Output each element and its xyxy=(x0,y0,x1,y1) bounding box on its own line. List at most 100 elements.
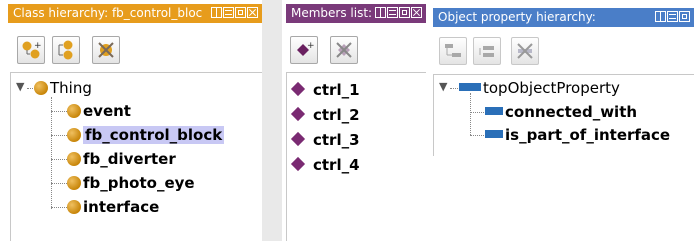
view-split-icon[interactable] xyxy=(655,11,666,22)
members-list-header-buttons xyxy=(375,7,422,20)
view-minimize-icon[interactable] xyxy=(387,7,398,18)
tree-connector xyxy=(51,135,67,136)
member-label: ctrl_4 xyxy=(313,156,360,174)
individual-icon xyxy=(290,131,306,147)
object-property-icon xyxy=(459,83,481,91)
tree-node-connected-with[interactable]: connected_with xyxy=(485,101,637,123)
tree-node-is-part-of-interface[interactable]: is_part_of_interface xyxy=(485,124,670,146)
class-hierarchy-panel: Class hierarchy: fb_control_bloc + ▼ Thi… xyxy=(0,0,262,241)
member-label: ctrl_3 xyxy=(313,131,360,149)
view-split-icon[interactable] xyxy=(375,7,386,18)
member-label: ctrl_1 xyxy=(313,81,360,99)
tree-node-top-object-property[interactable]: topObjectProperty xyxy=(459,77,620,99)
view-close-icon[interactable] xyxy=(411,7,422,18)
object-property-icon xyxy=(485,107,503,115)
class-icon xyxy=(67,104,81,118)
delete-property-button[interactable] xyxy=(511,37,539,65)
tree-connector xyxy=(470,135,484,136)
class-hierarchy-toolbar: + xyxy=(0,31,262,71)
tree-connector xyxy=(51,183,67,184)
object-property-icon xyxy=(485,130,503,138)
delete-individual-button[interactable] xyxy=(330,36,358,64)
member-item[interactable]: ctrl_4 xyxy=(289,154,360,176)
svg-text:+: + xyxy=(34,41,42,51)
delete-individual-icon xyxy=(336,42,352,58)
tree-node-label: is_part_of_interface xyxy=(505,126,671,144)
tree-node-label-selected: fb_control_block xyxy=(83,126,225,144)
add-subproperty-icon xyxy=(445,44,461,57)
tree-connector xyxy=(470,93,471,135)
class-hierarchy-header-buttons xyxy=(209,7,258,20)
tree-connector xyxy=(470,112,484,113)
tree-connector xyxy=(51,97,52,209)
tree-node-label: connected_with xyxy=(505,103,638,121)
members-list-header: Members list: xyxy=(286,4,426,23)
members-list-toolbar: + xyxy=(282,31,426,71)
tree-node-label: topObjectProperty xyxy=(483,79,620,97)
tree-node-event[interactable]: event xyxy=(67,100,131,122)
view-minimize-icon[interactable] xyxy=(667,11,678,22)
tree-node-fb-diverter[interactable]: fb_diverter xyxy=(67,148,176,170)
view-maximize-icon[interactable] xyxy=(399,7,410,18)
panel-divider[interactable] xyxy=(262,0,282,241)
delete-class-button[interactable] xyxy=(92,36,120,64)
object-property-header-buttons xyxy=(655,11,690,24)
add-subclass-icon: + xyxy=(22,41,42,59)
add-subclass-button[interactable]: + xyxy=(17,36,45,64)
add-sibling-property-button[interactable] xyxy=(473,37,501,65)
expand-toggle-icon[interactable]: ▼ xyxy=(16,80,24,93)
members-list-title: Members list: xyxy=(291,6,373,20)
add-sibling-class-icon xyxy=(58,40,73,60)
individual-icon xyxy=(290,106,306,122)
tree-node-label: fb_photo_eye xyxy=(83,174,195,192)
view-split-icon[interactable] xyxy=(211,7,222,18)
class-icon xyxy=(67,176,81,190)
svg-text:+: + xyxy=(307,41,315,51)
class-hierarchy-title: Class hierarchy: fb_control_bloc xyxy=(13,6,203,20)
object-property-panel: Object property hierarchy: ▼ topObjectPr… xyxy=(433,0,694,156)
individual-icon xyxy=(290,81,306,97)
tree-node-label: interface xyxy=(83,198,160,216)
members-list: ctrl_1 ctrl_2 ctrl_3 ctrl_4 xyxy=(286,72,426,241)
view-close-icon[interactable] xyxy=(247,7,258,18)
class-tree: ▼ Thing event fb_control_block fb_divert… xyxy=(10,72,262,241)
tree-node-thing[interactable]: Thing xyxy=(34,77,92,99)
add-individual-button[interactable]: + xyxy=(290,36,318,64)
tree-node-interface[interactable]: interface xyxy=(67,196,159,218)
tree-connector xyxy=(51,111,67,112)
expand-toggle-icon[interactable]: ▼ xyxy=(439,80,447,93)
class-hierarchy-header: Class hierarchy: fb_control_bloc xyxy=(8,4,262,23)
view-maximize-icon[interactable] xyxy=(679,11,690,22)
object-property-header: Object property hierarchy: xyxy=(433,8,694,27)
tree-node-label: event xyxy=(83,102,131,120)
tree-connector xyxy=(450,88,458,89)
tree-node-fb-control-block[interactable]: fb_control_block xyxy=(67,124,225,146)
object-property-toolbar xyxy=(433,32,694,72)
member-label: ctrl_2 xyxy=(313,106,360,124)
tree-connector xyxy=(27,88,33,89)
add-sibling-class-button[interactable] xyxy=(52,36,80,64)
member-item[interactable]: ctrl_3 xyxy=(289,129,360,151)
tree-connector xyxy=(51,207,67,208)
tree-node-label: Thing xyxy=(50,79,92,97)
class-icon xyxy=(67,200,81,214)
members-list-panel: Members list: + ctrl_1 ctrl_2 ctrl_3 ctr… xyxy=(282,0,426,241)
member-item[interactable]: ctrl_1 xyxy=(289,79,360,101)
add-subproperty-button[interactable] xyxy=(439,37,467,65)
tree-node-fb-photo-eye[interactable]: fb_photo_eye xyxy=(67,172,195,194)
tree-connector xyxy=(51,159,67,160)
delete-property-icon xyxy=(517,43,533,59)
tree-node-label: fb_diverter xyxy=(83,150,176,168)
class-icon xyxy=(34,81,48,95)
view-maximize-icon[interactable] xyxy=(235,7,246,18)
member-item[interactable]: ctrl_2 xyxy=(289,104,360,126)
add-individual-icon: + xyxy=(297,41,315,56)
add-sibling-property-icon xyxy=(479,46,494,57)
object-property-tree: ▼ topObjectProperty connected_with is_pa… xyxy=(433,74,694,156)
individual-icon xyxy=(290,156,306,172)
class-icon xyxy=(67,152,81,166)
view-minimize-icon[interactable] xyxy=(223,7,234,18)
delete-class-icon xyxy=(98,42,114,58)
object-property-title: Object property hierarchy: xyxy=(438,10,596,24)
class-icon xyxy=(67,128,81,142)
